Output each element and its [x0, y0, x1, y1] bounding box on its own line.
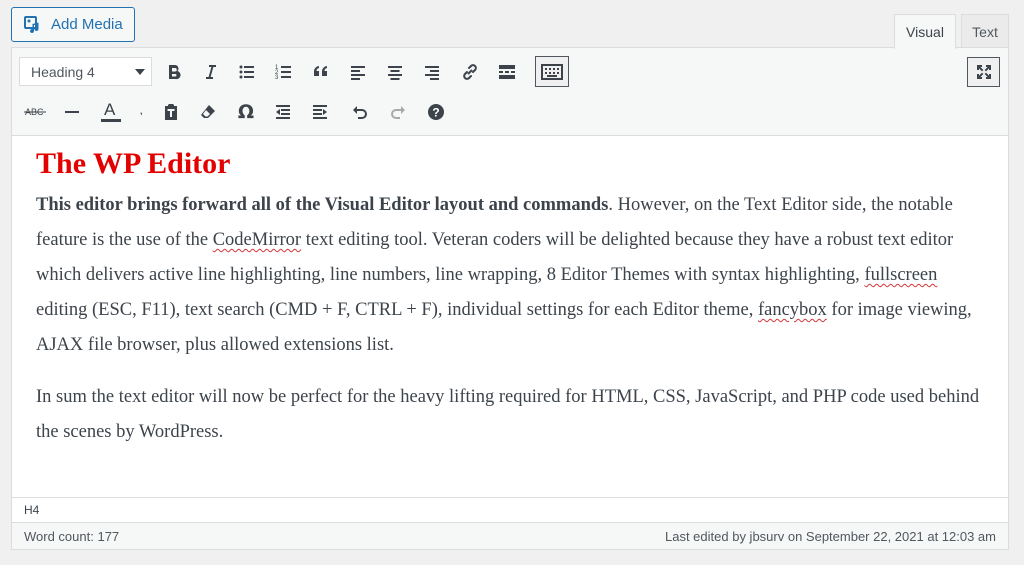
blockquote-icon	[314, 66, 327, 76]
tab-text[interactable]: Text	[961, 14, 1009, 48]
help-icon: ?	[428, 104, 444, 120]
format-select[interactable]: Heading 4	[19, 57, 152, 86]
bold-icon	[169, 65, 181, 80]
paragraph-text: editing (ESC, F11), text search (CMD + F…	[36, 300, 758, 320]
element-path: H4	[12, 497, 1008, 522]
toolbar-toggle-icon	[541, 63, 563, 80]
help-button[interactable]: ?	[421, 97, 451, 127]
bullet-list-icon	[239, 65, 254, 79]
clear-formatting-button[interactable]	[193, 97, 223, 127]
word-count: Word count: 177	[24, 528, 120, 544]
blockquote-button[interactable]	[306, 57, 336, 87]
strikethrough-button[interactable]: ABC	[20, 97, 50, 127]
bullet-list-button[interactable]	[232, 57, 262, 87]
paste-text-button[interactable]	[156, 97, 186, 127]
link-icon	[463, 64, 477, 80]
horizontal-line-icon	[65, 111, 79, 113]
svg-text:?: ?	[432, 106, 439, 120]
editor-toolbar: Heading 4 123 ABC A Ω ?	[12, 48, 1008, 136]
misspelled-word: fullscreen	[864, 265, 938, 285]
add-media-button[interactable]: Add Media	[11, 7, 135, 42]
last-edited: Last edited by jbsurv on September 22, 2…	[665, 528, 996, 544]
fullscreen-button[interactable]	[967, 57, 1000, 87]
fullscreen-icon	[976, 65, 991, 79]
format-select-value: Heading 4	[31, 63, 95, 80]
align-right-button[interactable]	[417, 57, 447, 87]
omega-icon: Ω	[237, 101, 255, 123]
misspelled-word: fancybox	[757, 300, 827, 320]
numbered-list-icon: 123	[275, 65, 291, 81]
text-color-icon: A	[101, 101, 142, 122]
misspelled-word: CodeMirror	[212, 230, 302, 250]
status-bar: Word count: 177 Last edited by jbsurv on…	[12, 522, 1008, 549]
svg-text:A: A	[104, 101, 116, 119]
editor-container: Heading 4 123 ABC A Ω ? The WP Editor Th…	[11, 47, 1009, 550]
horizontal-line-button[interactable]	[57, 97, 87, 127]
paste-text-icon	[165, 104, 177, 120]
align-center-button[interactable]	[380, 57, 410, 87]
editor-content[interactable]: The WP Editor This editor brings forward…	[12, 137, 1008, 497]
italic-button[interactable]	[196, 57, 226, 87]
content-paragraph-2: In sum the text editor will now be perfe…	[36, 387, 980, 442]
tab-visual[interactable]: Visual	[894, 14, 956, 49]
link-button[interactable]	[455, 57, 485, 87]
numbered-list-button[interactable]: 123	[269, 57, 299, 87]
content-heading: The WP Editor	[36, 147, 231, 180]
element-path-h4[interactable]: H4	[24, 503, 39, 517]
chevron-down-icon	[135, 69, 145, 75]
align-left-icon	[351, 66, 365, 80]
text-color-button[interactable]: A	[96, 97, 144, 127]
content-paragraph-1: This editor brings forward all of the Vi…	[36, 188, 984, 363]
clear-formatting-icon	[201, 105, 215, 118]
outdent-icon	[276, 105, 290, 119]
bold-button[interactable]	[159, 57, 189, 87]
undo-icon	[353, 106, 367, 119]
special-character-button[interactable]: Ω	[231, 97, 261, 127]
indent-icon	[313, 105, 327, 119]
strikethrough-icon: ABC	[24, 107, 46, 117]
align-left-button[interactable]	[343, 57, 373, 87]
redo-icon	[391, 106, 405, 119]
add-media-label: Add Media	[51, 16, 123, 33]
redo-button[interactable]	[383, 97, 413, 127]
align-right-icon	[425, 66, 439, 80]
toolbar-toggle-button[interactable]	[535, 56, 569, 87]
media-icon	[24, 15, 39, 33]
align-center-icon	[388, 66, 402, 80]
italic-icon	[206, 65, 216, 79]
indent-button[interactable]	[305, 97, 335, 127]
read-more-button[interactable]	[492, 57, 522, 87]
paragraph-bold-text: This editor brings forward all of the Vi…	[36, 195, 609, 215]
read-more-icon	[499, 65, 515, 79]
undo-button[interactable]	[345, 97, 375, 127]
outdent-button[interactable]	[268, 97, 298, 127]
svg-text:3: 3	[275, 75, 279, 81]
